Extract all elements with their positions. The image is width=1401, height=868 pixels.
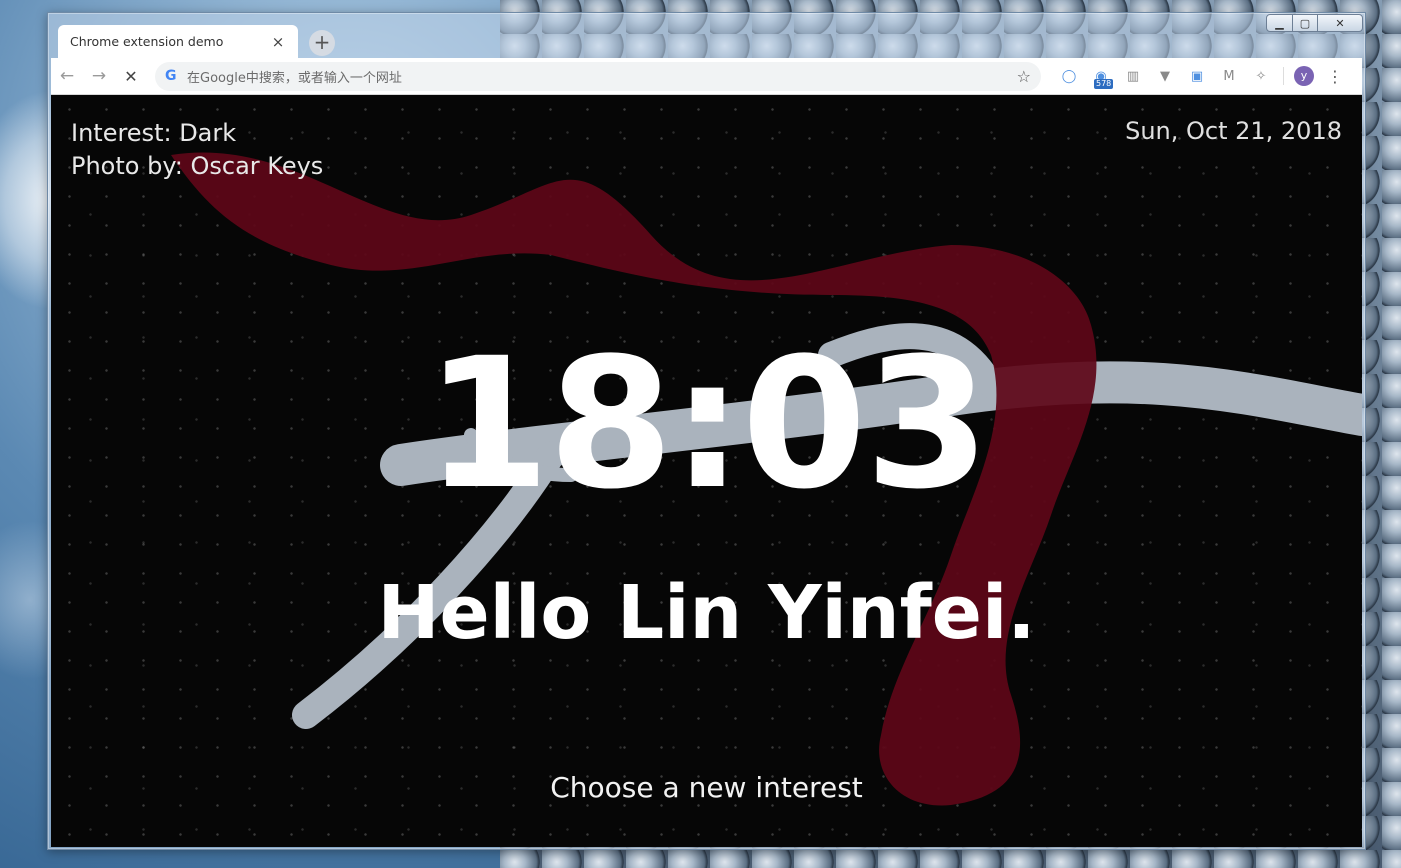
toolbar-divider xyxy=(1283,67,1284,85)
edit-extension-icon[interactable]: ▣ xyxy=(1181,69,1213,84)
browser-menu-icon[interactable]: ⋮ xyxy=(1320,67,1350,86)
v-extension-icon[interactable]: ▼ xyxy=(1149,69,1181,84)
stop-loading-icon[interactable]: ✕ xyxy=(115,67,147,86)
address-bar-placeholder[interactable]: 在Google中搜索，或者输入一个网址 xyxy=(187,67,1017,86)
address-bar[interactable]: G 在Google中搜索，或者输入一个网址 ☆ xyxy=(155,61,1041,91)
back-icon[interactable]: ← xyxy=(51,66,83,86)
reader-extension-icon[interactable]: ▥ xyxy=(1117,69,1149,84)
bookmark-star-icon[interactable]: ☆ xyxy=(1017,67,1031,86)
interest-label: Interest: Dark xyxy=(71,119,237,147)
extension-badge: 578 xyxy=(1094,78,1114,89)
extensions-area: ◯ ◉ 578 ▥ ▼ ▣ M ✧ y ⋮ xyxy=(1053,66,1350,89)
tab-chrome-extension-demo[interactable]: Chrome extension demo × xyxy=(58,25,298,58)
browser-toolbar: ← → ✕ G 在Google中搜索，或者输入一个网址 ☆ ◯ ◉ 578 ▥ … xyxy=(51,58,1362,95)
choose-interest-link[interactable]: Choose a new interest xyxy=(51,771,1362,804)
forward-icon[interactable]: → xyxy=(83,66,115,86)
tab-title: Chrome extension demo xyxy=(70,34,224,49)
new-tab-button[interactable]: + xyxy=(309,30,335,56)
counter-extension-icon[interactable]: ◉ 578 xyxy=(1085,69,1117,89)
circle-extension-icon[interactable]: ◯ xyxy=(1053,69,1085,84)
m-extension-icon[interactable]: M xyxy=(1213,69,1245,84)
clock-display: 18:03 xyxy=(425,320,990,529)
close-tab-icon[interactable]: × xyxy=(270,33,286,51)
date-display: Sun, Oct 21, 2018 xyxy=(1125,117,1342,145)
greeting-text: Hello Lin Yinfei. xyxy=(377,570,1036,656)
tab-strip: Chrome extension demo × + xyxy=(48,13,1365,59)
interest-info: Interest: Dark Photo by: Oscar Keys xyxy=(71,117,323,183)
photo-credit[interactable]: Photo by: Oscar Keys xyxy=(71,150,323,183)
profile-avatar[interactable]: y xyxy=(1294,66,1314,86)
browser-window: ▁ ▢ ✕ Chrome extension demo × + ← → ✕ G … xyxy=(47,12,1366,850)
google-icon: G xyxy=(165,68,177,84)
bird-extension-icon[interactable]: ✧ xyxy=(1245,69,1277,84)
page-viewport: Interest: Dark Photo by: Oscar Keys Sun,… xyxy=(51,95,1362,847)
